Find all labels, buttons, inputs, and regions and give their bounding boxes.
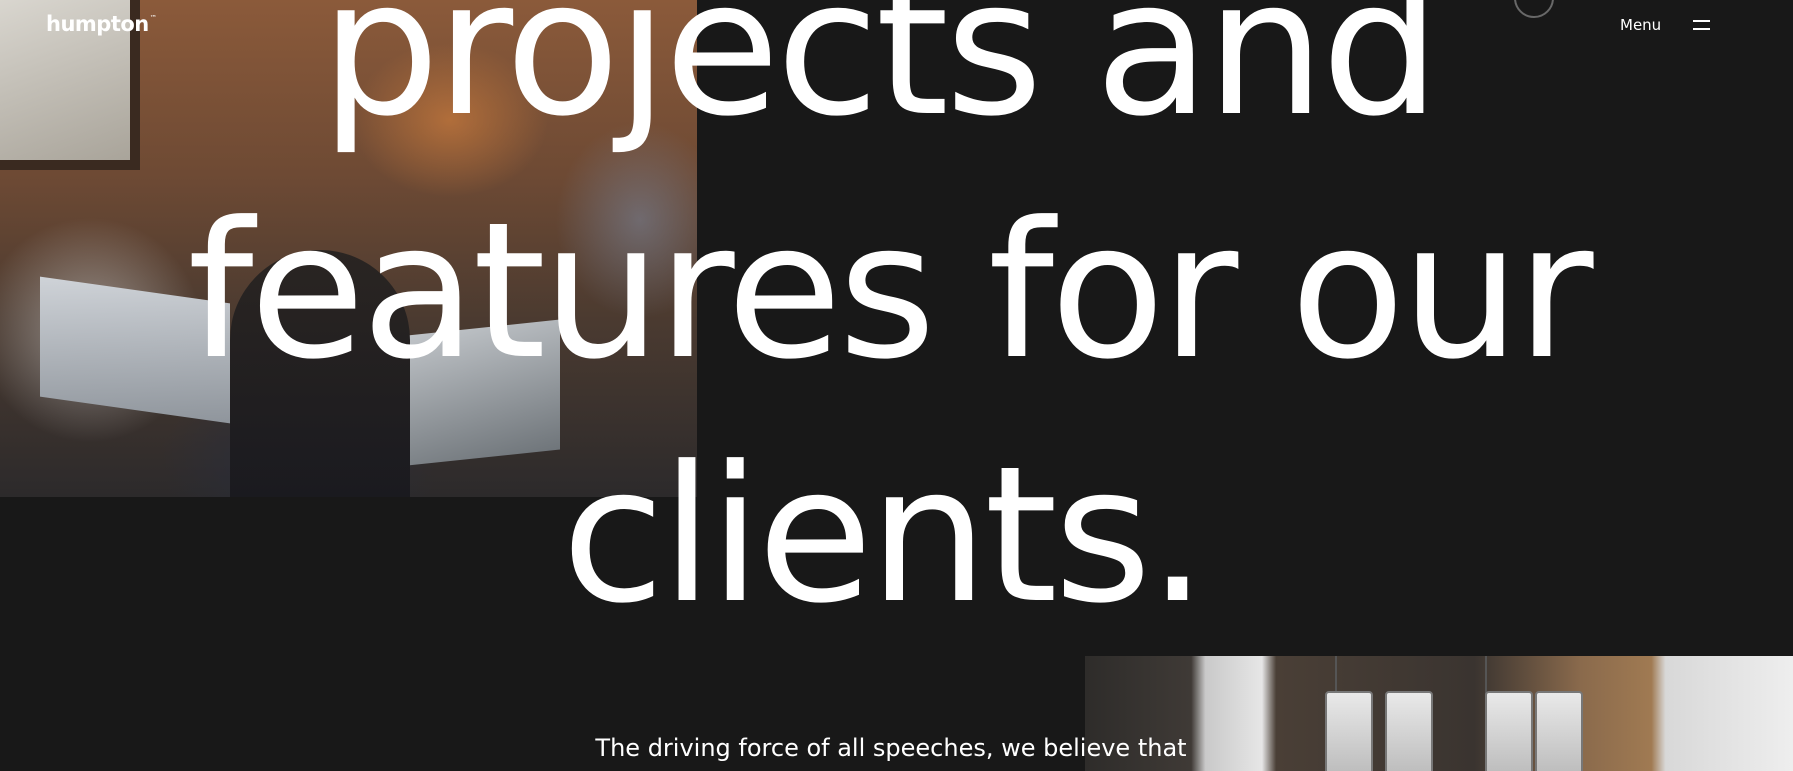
headline-line-3: clients. (561, 426, 1207, 645)
hero-subtext: The driving force of all speeches, we be… (595, 734, 1187, 762)
headline-line-2: features for our (187, 182, 1593, 401)
headline-line-1: projects and (320, 0, 1441, 158)
